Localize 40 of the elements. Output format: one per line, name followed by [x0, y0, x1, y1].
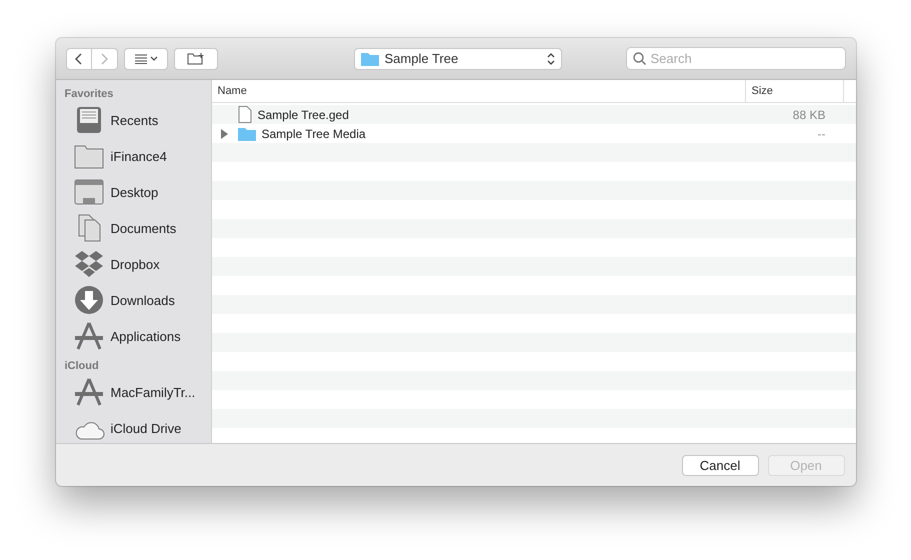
- column-header[interactable]: Size: [746, 80, 844, 102]
- file-name: Sample Tree.ged: [258, 108, 349, 122]
- column-header[interactable]: Name: [212, 80, 746, 102]
- disclosure-triangle-icon[interactable]: [220, 128, 228, 138]
- sidebar-item[interactable]: Downloads: [56, 282, 210, 318]
- cancel-button[interactable]: Cancel: [682, 454, 758, 476]
- search-icon: [632, 52, 646, 65]
- chevron-left-icon: [74, 52, 82, 64]
- desktop-icon: [72, 177, 104, 207]
- download-icon: [72, 285, 104, 315]
- chevron-right-icon: [100, 52, 108, 64]
- document-icon: [238, 106, 252, 123]
- applications-icon: [72, 321, 104, 351]
- sidebar-section-title: iCloud: [64, 360, 100, 374]
- sidebar-item[interactable]: Documents: [56, 210, 210, 246]
- stepper-icon: [546, 52, 554, 66]
- sidebar-item[interactable]: MacFamilyTr...: [56, 374, 210, 410]
- sidebar-item[interactable]: iCloud Drive: [56, 410, 210, 443]
- search-box[interactable]: Search: [626, 47, 846, 70]
- location-dropdown[interactable]: Sample Tree: [354, 48, 562, 70]
- new-folder-button[interactable]: [174, 48, 218, 70]
- file-size: --: [818, 126, 826, 140]
- back-button[interactable]: [66, 48, 92, 70]
- file-row[interactable]: Sample Tree.ged 88 KB: [212, 105, 856, 124]
- file-size: 88 KB: [792, 108, 826, 122]
- applications-icon: [72, 377, 104, 407]
- file-name: Sample Tree Media: [262, 126, 366, 140]
- search-field[interactable]: Search: [650, 51, 830, 66]
- sidebar-item[interactable]: Recents: [56, 102, 210, 138]
- folder-icon: [360, 52, 378, 66]
- view-options-button[interactable]: [124, 48, 168, 70]
- sidebar-item[interactable]: Desktop: [56, 174, 210, 210]
- sidebar-section-title: Favorites: [64, 88, 114, 102]
- new-folder-icon: [186, 52, 204, 65]
- list-view-icon: [134, 54, 158, 64]
- folder-icon: [238, 126, 256, 140]
- sidebar-item[interactable]: Applications: [56, 318, 210, 354]
- sidebar-item[interactable]: iFinance4: [56, 138, 210, 174]
- sidebar-item[interactable]: Dropbox: [56, 246, 210, 282]
- dropbox-icon: [72, 249, 104, 279]
